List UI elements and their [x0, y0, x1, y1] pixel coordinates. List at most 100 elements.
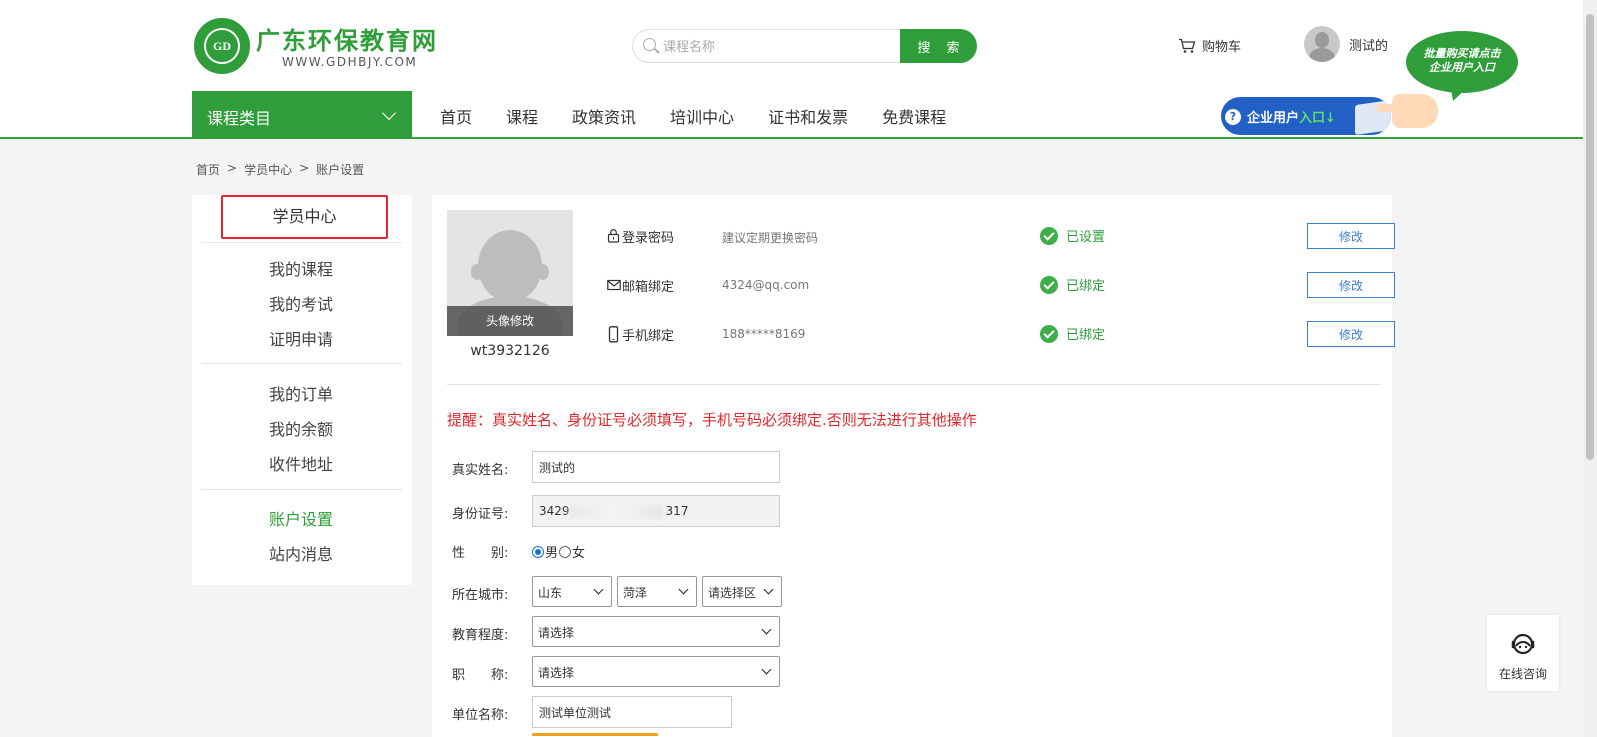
site-header: GD 广东环保教育网 WWW.GDHBJY.COM 搜 索 购物车 测试的 批量… [0, 0, 1597, 139]
nav-policy-news[interactable]: 政策资讯 [572, 104, 636, 128]
security-value: 4324@qq.com [722, 278, 810, 292]
breadcrumb-student-center[interactable]: 学员中心 [244, 161, 292, 178]
company-name-input[interactable] [532, 696, 732, 728]
gender-label: 性 别: [452, 546, 509, 561]
profile-username: wt3932126 [470, 343, 550, 359]
check-circle-icon [1040, 324, 1058, 343]
search-box [632, 29, 900, 63]
scrollbar-thumb[interactable] [1586, 14, 1594, 460]
required-info-notice: 提醒：真实姓名、身份证号必须填写，手机号码必须绑定.否则无法进行其他操作 [447, 411, 977, 429]
enterprise-entry-button[interactable]: ? 企业用户入口↓ [1221, 97, 1391, 135]
security-value: 188*****8169 [722, 327, 806, 341]
security-row-phone: 手机绑定 188*****8169 已绑定 修改 [607, 319, 1395, 349]
sidebar-item-account-settings[interactable]: 账户设置 [269, 506, 333, 530]
sidebar-item-my-orders[interactable]: 我的订单 [269, 381, 333, 405]
gender-radio-group: 男 女 [532, 542, 585, 561]
security-row-password: 登录密码 建议定期更换密码 已设置 修改 [607, 221, 1395, 251]
cart-icon [1178, 38, 1196, 54]
page-scrollbar[interactable] [1583, 0, 1597, 737]
district-select[interactable]: 请选择区 [702, 576, 782, 607]
real-name-label: 真实姓名: [452, 463, 509, 478]
id-number-field: 3429 317 [532, 495, 780, 527]
sidebar-item-my-exams[interactable]: 我的考试 [269, 291, 333, 315]
site-domain: WWW.GDHBJY.COM [282, 55, 418, 69]
sidebar-divider [202, 363, 402, 364]
profile-avatar[interactable]: 头像修改 [447, 210, 573, 336]
city-label: 所在城市: [452, 588, 509, 603]
search-button[interactable]: 搜 索 [900, 29, 977, 63]
lock-icon [607, 228, 620, 243]
user-avatar-icon [1304, 26, 1340, 62]
sidebar-item-site-messages[interactable]: 站内消息 [269, 541, 333, 565]
security-row-email: 邮箱绑定 4324@qq.com 已绑定 修改 [607, 270, 1395, 300]
modify-password-button[interactable]: 修改 [1307, 223, 1395, 249]
status-badge: 已设置 [1040, 226, 1105, 245]
security-value: 建议定期更换密码 [722, 231, 819, 245]
enterprise-prefix: 企业用户 [1247, 111, 1300, 126]
breadcrumb-separator: > [299, 161, 310, 175]
nav-home[interactable]: 首页 [440, 104, 472, 128]
sidebar-item-shipping-address[interactable]: 收件地址 [269, 451, 333, 475]
job-title-value: 请选择 [538, 666, 575, 680]
pointing-hand-icon [1376, 94, 1438, 128]
sidebar-item-certificate-apply[interactable]: 证明申请 [269, 326, 333, 350]
bubble-line1: 批量购买请点击 [1423, 47, 1501, 60]
city-select[interactable]: 菏泽 [617, 576, 697, 607]
check-circle-icon [1040, 275, 1058, 294]
online-consult-widget[interactable]: 在线咨询 [1487, 615, 1559, 691]
bulk-purchase-bubble[interactable]: 批量购买请点击 企业用户入口 [1406, 31, 1518, 93]
real-name-input[interactable] [532, 451, 780, 483]
gender-male-radio[interactable] [532, 545, 544, 558]
company-label: 单位名称: [452, 708, 509, 723]
gender-female-label: 女 [572, 546, 586, 561]
gender-female-radio[interactable] [559, 545, 572, 558]
sidebar: 学员中心 我的课程 我的考试 证明申请 我的订单 我的余额 收件地址 账户设置 … [192, 195, 412, 585]
save-button-edge[interactable] [532, 733, 658, 736]
id-number-label: 身份证号: [452, 507, 509, 522]
main-nav: 首页 课程 政策资讯 培训中心 证书和发票 免费课程 [440, 104, 980, 128]
user-menu[interactable]: 测试的 [1304, 26, 1388, 62]
security-label: 邮箱绑定 [622, 280, 675, 295]
search-icon [643, 38, 656, 51]
nav-courses[interactable]: 课程 [506, 104, 538, 128]
security-label: 登录密码 [622, 231, 675, 246]
enterprise-highlight: 入口↓ [1299, 111, 1336, 126]
mail-icon [607, 277, 621, 292]
avatar-edit-button[interactable]: 头像修改 [447, 306, 573, 336]
category-label: 课程类目 [207, 109, 272, 128]
job-title-select[interactable]: 请选择 [532, 656, 780, 687]
logo-badge-text: GD [204, 28, 240, 64]
course-category-dropdown[interactable]: 课程类目 [192, 91, 412, 139]
sidebar-item-my-balance[interactable]: 我的余额 [269, 416, 333, 440]
security-label: 手机绑定 [622, 329, 675, 344]
sidebar-divider [202, 489, 402, 490]
search-input[interactable] [663, 36, 893, 58]
education-value: 请选择 [538, 626, 575, 640]
breadcrumb-separator: > [227, 161, 238, 175]
modify-email-button[interactable]: 修改 [1307, 272, 1395, 298]
phone-icon [607, 326, 620, 343]
modify-phone-button[interactable]: 修改 [1307, 321, 1395, 347]
help-icon: ? [1225, 109, 1241, 125]
bubble-line2: 企业用户入口 [1429, 61, 1495, 74]
job-title-label: 职 称: [452, 668, 509, 683]
breadcrumb-home[interactable]: 首页 [196, 161, 220, 178]
site-logo[interactable]: GD 广东环保教育网 WWW.GDHBJY.COM [194, 18, 454, 76]
id-prefix: 3429 [539, 504, 570, 518]
chevron-down-icon [381, 105, 397, 121]
status-text: 已设置 [1066, 230, 1106, 245]
nav-free-courses[interactable]: 免费课程 [882, 104, 946, 128]
id-suffix: 317 [665, 504, 689, 518]
nav-training-center[interactable]: 培训中心 [670, 104, 734, 128]
section-divider [447, 384, 1380, 385]
cart-label: 购物车 [1202, 40, 1242, 55]
sidebar-title[interactable]: 学员中心 [221, 195, 388, 239]
cart-link[interactable]: 购物车 [1178, 36, 1241, 55]
education-select[interactable]: 请选择 [532, 616, 780, 647]
headset-icon [1510, 631, 1536, 657]
user-name: 测试的 [1349, 38, 1389, 54]
nav-certificates-invoices[interactable]: 证书和发票 [768, 104, 848, 128]
sidebar-item-my-courses[interactable]: 我的课程 [269, 256, 333, 280]
check-circle-icon [1040, 226, 1058, 245]
province-select[interactable]: 山东 [532, 576, 612, 607]
